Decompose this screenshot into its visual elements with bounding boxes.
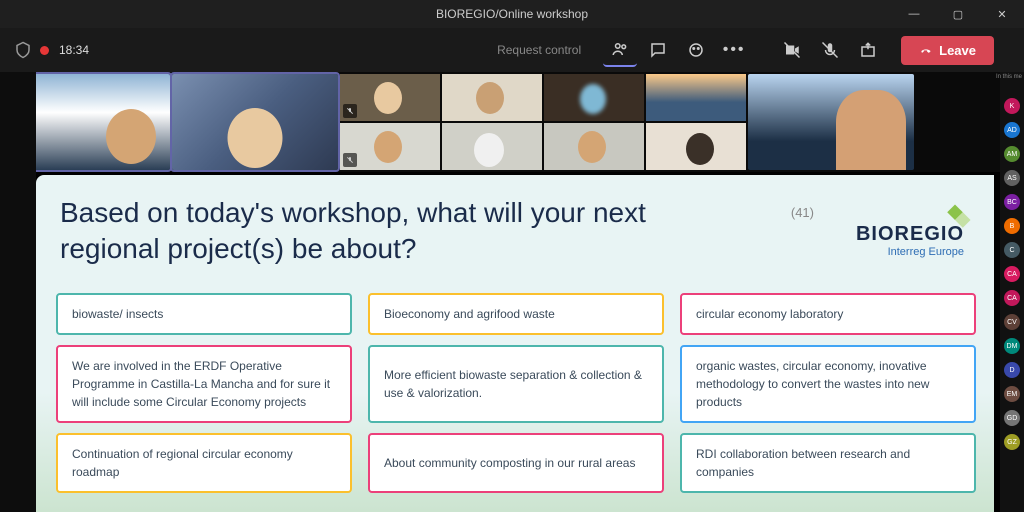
meeting-toolbar: 18:34 Request control ••• Leave bbox=[0, 28, 1024, 72]
video-tile[interactable] bbox=[544, 74, 644, 121]
participant-avatar[interactable]: B bbox=[1004, 218, 1020, 234]
response-card[interactable]: organic wastes, circular economy, inovat… bbox=[680, 345, 976, 423]
people-icon bbox=[611, 40, 629, 58]
participant-avatar[interactable]: EM bbox=[1004, 386, 1020, 402]
participant-avatar[interactable]: AS bbox=[1004, 170, 1020, 186]
participant-avatar[interactable]: CV bbox=[1004, 314, 1020, 330]
participant-avatar[interactable]: K bbox=[1004, 98, 1020, 114]
shield-icon bbox=[14, 41, 32, 59]
participant-avatar[interactable]: D bbox=[1004, 362, 1020, 378]
video-tile[interactable] bbox=[340, 74, 440, 121]
video-grid bbox=[0, 72, 1024, 172]
response-card[interactable]: Bioeconomy and agrifood waste bbox=[368, 293, 664, 335]
video-tile[interactable] bbox=[442, 123, 542, 170]
slide-heading: Based on today's workshop, what will you… bbox=[60, 195, 740, 268]
participant-avatar[interactable]: GZ bbox=[1004, 434, 1020, 450]
response-card[interactable]: More efficient biowaste separation & col… bbox=[368, 345, 664, 423]
ellipsis-icon: ••• bbox=[723, 41, 746, 59]
participant-avatar[interactable]: CA bbox=[1004, 266, 1020, 282]
video-tile[interactable] bbox=[646, 123, 746, 170]
participants-panel[interactable]: In this me KADAMASBCBCCACACVDMDEMGDGZ bbox=[1000, 72, 1024, 512]
mic-button[interactable] bbox=[813, 33, 847, 67]
chat-button[interactable] bbox=[641, 33, 675, 67]
video-tile[interactable] bbox=[340, 123, 440, 170]
meeting-timer: 18:34 bbox=[59, 43, 89, 57]
recording-indicator-icon bbox=[40, 46, 49, 55]
maximize-button[interactable]: ▢ bbox=[936, 0, 980, 28]
panel-label: In this me bbox=[996, 74, 1022, 80]
video-tile[interactable] bbox=[748, 74, 914, 170]
video-tile[interactable] bbox=[172, 74, 338, 170]
more-button[interactable]: ••• bbox=[717, 33, 751, 67]
hangup-icon bbox=[919, 43, 933, 57]
participant-avatar[interactable]: C bbox=[1004, 242, 1020, 258]
participant-avatar[interactable]: BC bbox=[1004, 194, 1020, 210]
camera-off-icon bbox=[783, 41, 801, 59]
mic-off-icon bbox=[821, 41, 839, 59]
people-button[interactable] bbox=[603, 33, 637, 67]
response-count: (41) bbox=[791, 205, 814, 220]
response-card[interactable]: RDI collaboration between research and c… bbox=[680, 433, 976, 493]
participant-avatar[interactable]: AM bbox=[1004, 146, 1020, 162]
share-up-icon bbox=[859, 41, 877, 59]
left-edge bbox=[0, 72, 36, 512]
video-tile[interactable] bbox=[544, 123, 644, 170]
window-title: BIOREGIO/Online workshop bbox=[436, 7, 588, 21]
brand-block: BIOREGIO Interreg Europe bbox=[856, 223, 964, 258]
camera-button[interactable] bbox=[775, 33, 809, 67]
cards-grid: biowaste/ insects Bioeconomy and agrifood… bbox=[56, 293, 976, 493]
titlebar: BIOREGIO/Online workshop — ▢ ✕ bbox=[0, 0, 1024, 28]
minimize-button[interactable]: — bbox=[892, 0, 936, 28]
hand-icon bbox=[687, 41, 705, 59]
response-card[interactable]: Continuation of regional circular econom… bbox=[56, 433, 352, 493]
response-card[interactable]: About community composting in our rural … bbox=[368, 433, 664, 493]
shared-slide: Based on today's workshop, what will you… bbox=[36, 175, 994, 512]
participant-avatar[interactable]: CA bbox=[1004, 290, 1020, 306]
response-card[interactable]: We are involved in the ERDF Operative Pr… bbox=[56, 345, 352, 423]
brand-sub: Interreg Europe bbox=[856, 246, 964, 258]
participant-avatar[interactable]: GD bbox=[1004, 410, 1020, 426]
request-control-button[interactable]: Request control bbox=[497, 43, 581, 57]
video-tile[interactable] bbox=[646, 74, 746, 121]
close-button[interactable]: ✕ bbox=[980, 0, 1024, 28]
leave-button[interactable]: Leave bbox=[901, 36, 994, 65]
video-tile[interactable] bbox=[442, 74, 542, 121]
response-card[interactable]: circular economy laboratory bbox=[680, 293, 976, 335]
participant-avatar[interactable]: AD bbox=[1004, 122, 1020, 138]
reactions-button[interactable] bbox=[679, 33, 713, 67]
share-button[interactable] bbox=[851, 33, 885, 67]
participant-avatar[interactable]: DM bbox=[1004, 338, 1020, 354]
chat-icon bbox=[649, 41, 667, 59]
response-card[interactable]: biowaste/ insects bbox=[56, 293, 352, 335]
